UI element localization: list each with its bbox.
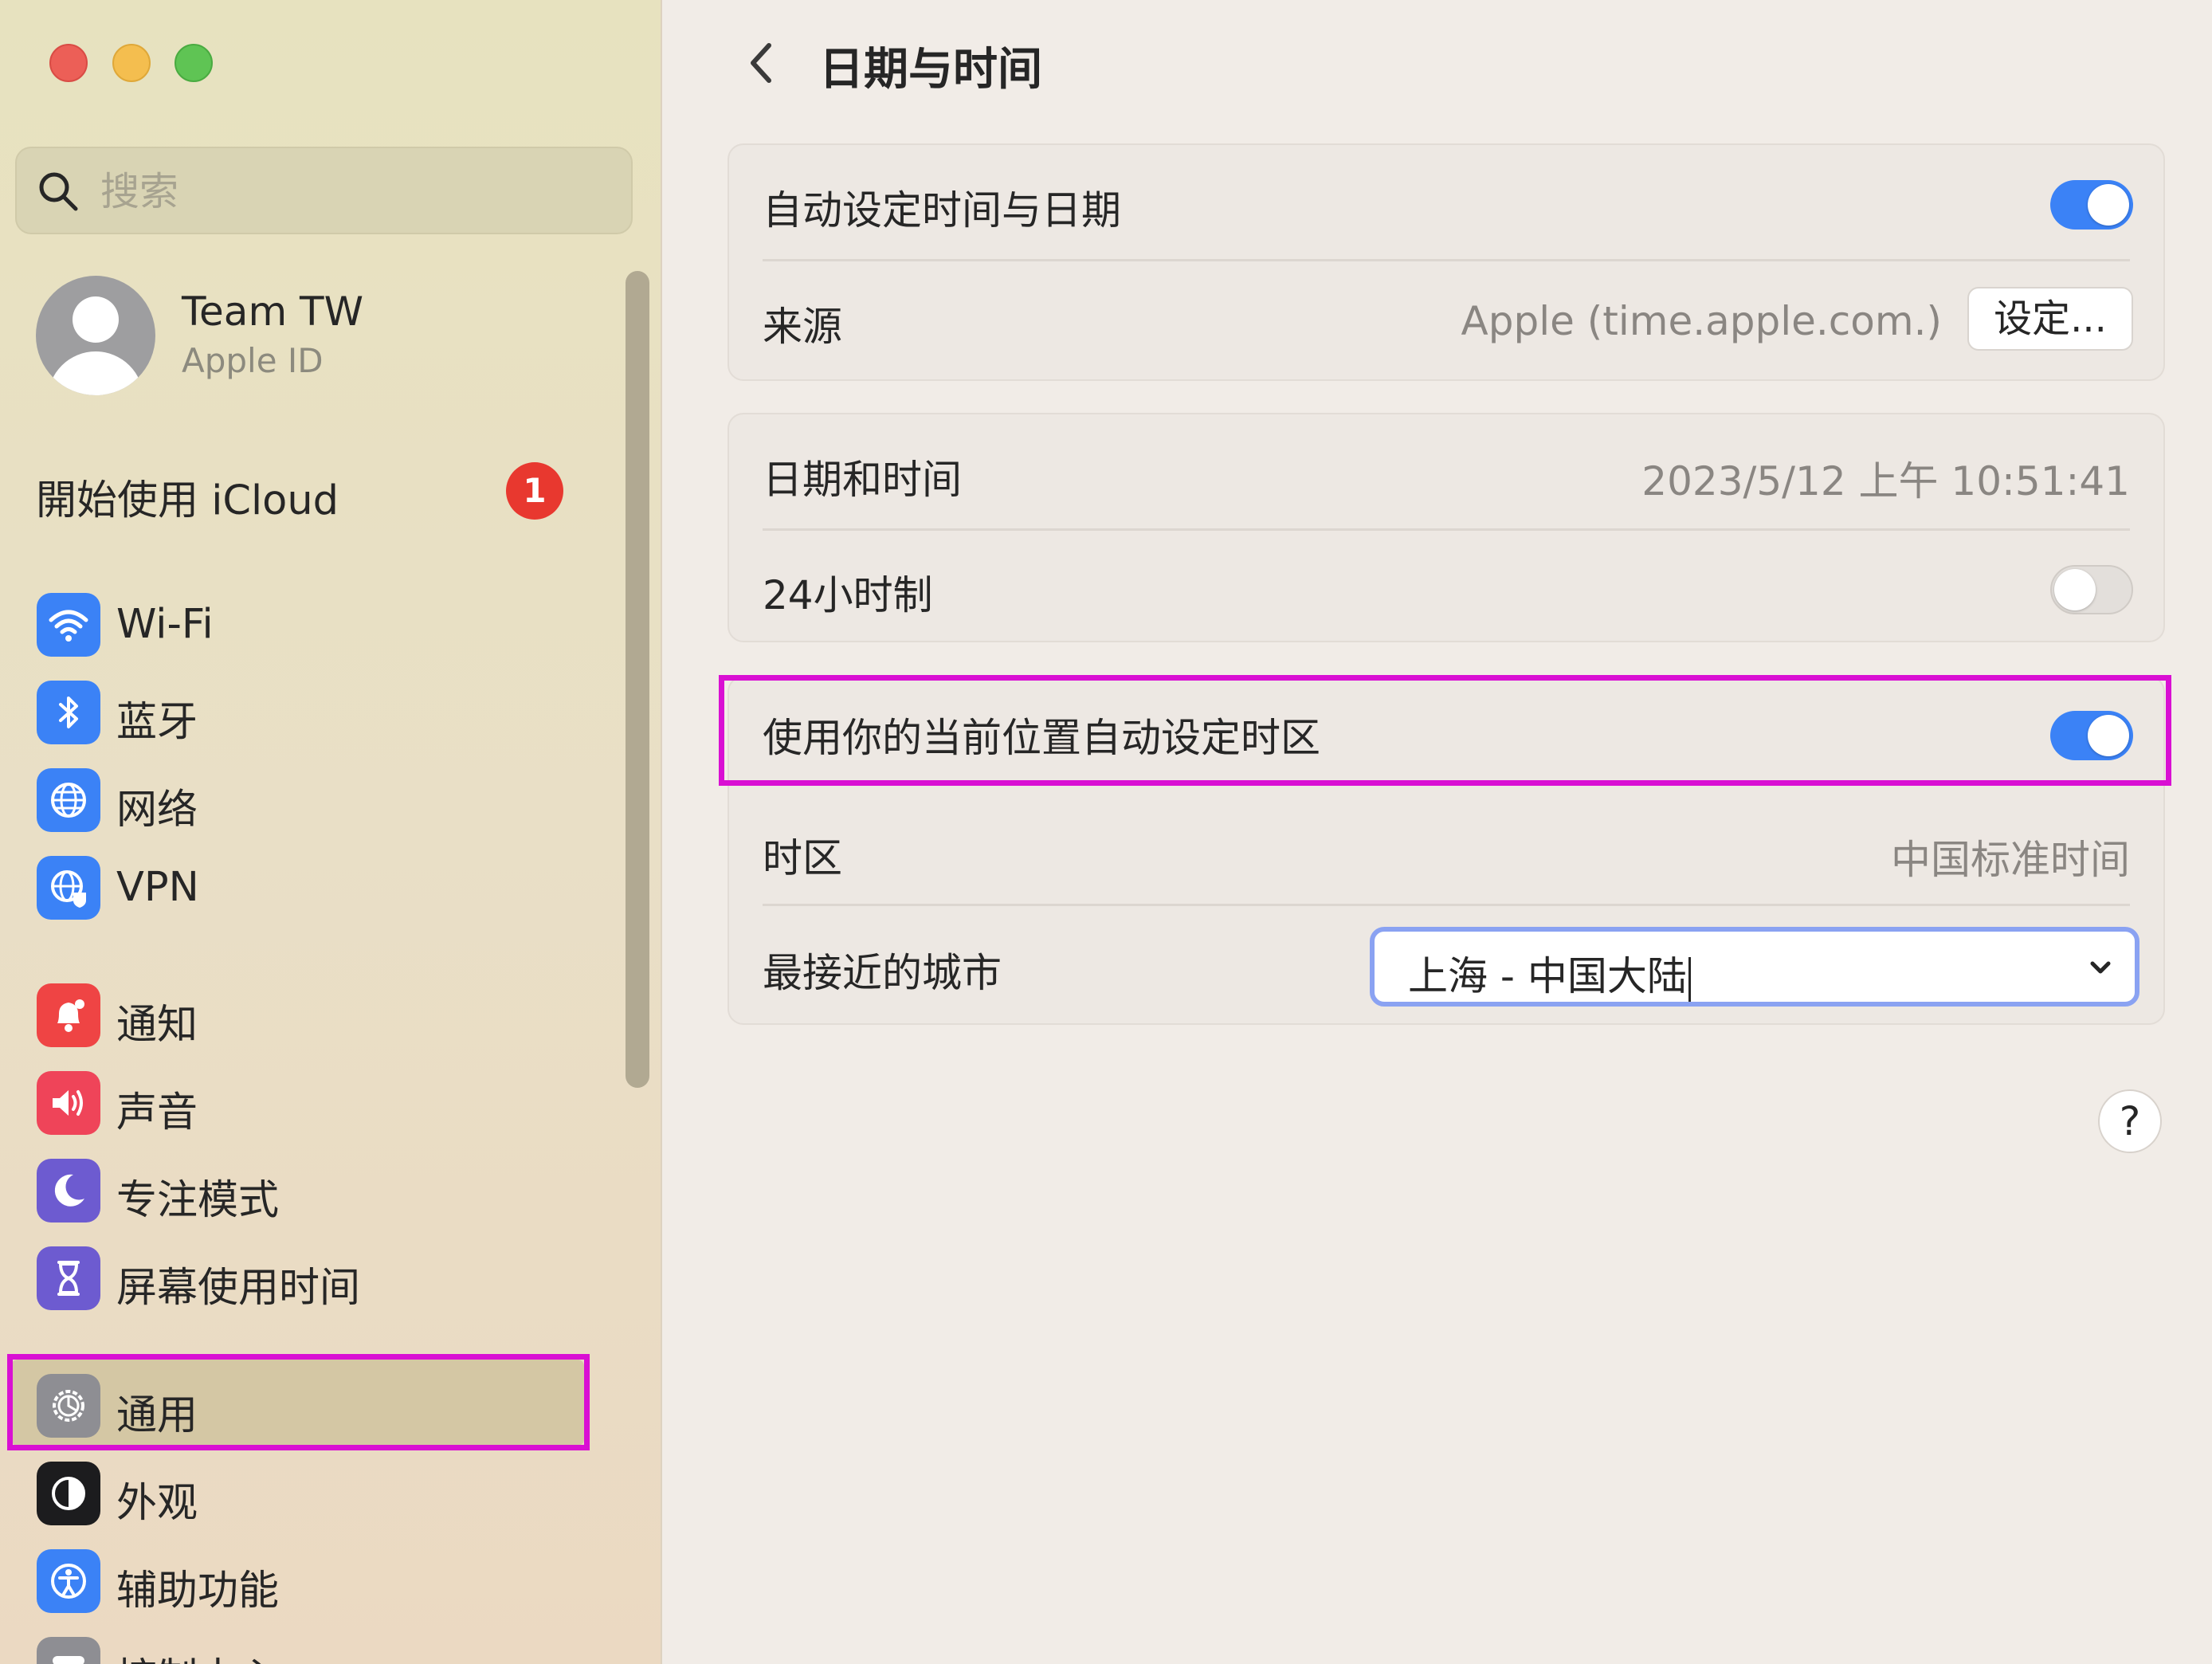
auto-time-label: 自动设定时间与日期 (763, 187, 1121, 234)
row-date-time: 日期和时间 2023/5/12 上午 10:51:41 (729, 414, 2163, 530)
row-auto-time: 自动设定时间与日期 (729, 145, 2163, 261)
highlight-box-general (7, 1354, 590, 1450)
sidebar-item-label: 屏幕使用时间 (116, 1265, 361, 1312)
sidebar-item-label: 控制中心 (116, 1645, 279, 1664)
page-title: 日期与时间 (819, 44, 1042, 96)
text-cursor (1688, 956, 1691, 1002)
search-input[interactable] (100, 163, 610, 220)
sidebar-item-accessibility[interactable]: 辅助功能 (33, 1540, 591, 1616)
sidebar-item-label: 辅助功能 (116, 1568, 280, 1615)
row-source: 来源 Apple (time.apple.com.) 设定... (729, 261, 2163, 377)
nearest-city-label: 最接近的城市 (763, 950, 1002, 996)
moon-icon (37, 1159, 100, 1222)
sidebar-item-label: VPN (116, 864, 199, 911)
chevron-down-icon (2090, 961, 2111, 974)
help-button[interactable]: ? (2098, 1089, 2162, 1153)
sidebar-item-label: 网络 (116, 787, 198, 834)
minimize-window-button[interactable] (112, 44, 151, 82)
sidebar: Team TW Apple ID 開始使用 iCloud 1 Wi-Fi 蓝牙 … (0, 0, 662, 1664)
hour24-toggle[interactable] (2050, 565, 2133, 614)
sidebar-item-label: 专注模式 (116, 1177, 280, 1224)
avatar (36, 276, 155, 395)
search-box[interactable] (15, 147, 633, 234)
search-icon (36, 169, 80, 214)
settings-card-auto-time: 自动设定时间与日期 来源 Apple (time.apple.com.) 设定.… (728, 143, 2165, 381)
apple-id-account[interactable]: Team TW Apple ID (36, 273, 626, 400)
sidebar-item-control-center[interactable]: 控制中心 (33, 1627, 591, 1664)
hour24-label: 24小时制 (763, 572, 933, 618)
source-value: Apple (time.apple.com.) (1461, 298, 1942, 344)
account-name: Team TW (182, 288, 364, 335)
bell-icon (37, 983, 100, 1047)
auto-time-toggle[interactable] (2050, 180, 2133, 230)
nearest-city-dropdown-button[interactable] (2076, 943, 2125, 992)
sidebar-item-bluetooth[interactable]: 蓝牙 (33, 671, 591, 748)
source-label: 来源 (763, 304, 842, 350)
sidebar-item-wifi[interactable]: Wi-Fi (33, 583, 591, 660)
sidebar-item-label: 蓝牙 (116, 699, 198, 746)
sidebar-item-appearance[interactable]: 外观 (33, 1452, 591, 1529)
sidebar-item-label: 通知 (116, 1002, 198, 1049)
timezone-label: 时区 (763, 835, 842, 881)
nearest-city-combobox[interactable]: 上海 - 中国大陆 (1370, 927, 2139, 1007)
hourglass-icon (37, 1246, 100, 1310)
divider (763, 904, 2130, 906)
nearest-city-value: 上海 - 中国大陆 (1408, 953, 1687, 999)
sidebar-scrollbar[interactable] (626, 271, 649, 1088)
sidebar-item-focus[interactable]: 专注模式 (33, 1149, 591, 1226)
sidebar-item-screen-time[interactable]: 屏幕使用时间 (33, 1237, 591, 1313)
sidebar-item-notifications[interactable]: 通知 (33, 974, 591, 1050)
notification-badge: 1 (506, 462, 563, 520)
sidebar-item-label: 外观 (116, 1480, 198, 1527)
date-time-label: 日期和时间 (763, 457, 962, 503)
globe-icon (37, 768, 100, 832)
icloud-label: 開始使用 iCloud (36, 477, 339, 524)
vpn-globe-icon (37, 856, 100, 920)
accessibility-icon (37, 1549, 100, 1613)
icloud-setup-item[interactable]: 開始使用 iCloud 1 (36, 462, 578, 526)
zoom-window-button[interactable] (175, 44, 213, 82)
sidebar-item-label: 声音 (116, 1089, 198, 1136)
set-source-button[interactable]: 设定... (1967, 287, 2133, 351)
bluetooth-icon (37, 681, 100, 744)
row-nearest-city: 最接近的城市 上海 - 中国大陆 (729, 908, 2163, 1023)
row-timezone: 时区 中国标准时间 (729, 793, 2163, 909)
back-button[interactable] (737, 35, 785, 91)
sidebar-item-network[interactable]: 网络 (33, 759, 591, 835)
sidebar-item-sound[interactable]: 声音 (33, 1062, 591, 1138)
highlight-box-auto-timezone (719, 675, 2171, 786)
sidebar-item-label: Wi-Fi (116, 601, 214, 648)
settings-card-date-time: 日期和时间 2023/5/12 上午 10:51:41 24小时制 (728, 413, 2165, 642)
chevron-left-icon (751, 43, 771, 83)
date-time-value: 2023/5/12 上午 10:51:41 (1641, 458, 2130, 504)
main-content: 日期与时间 自动设定时间与日期 来源 Apple (time.apple.com… (664, 0, 2212, 1664)
nearest-city-input[interactable]: 上海 - 中国大陆 (1408, 944, 1691, 1002)
wifi-icon (37, 593, 100, 657)
close-window-button[interactable] (49, 44, 88, 82)
row-24-hour: 24小时制 (729, 530, 2163, 646)
control-center-icon (37, 1637, 100, 1664)
account-subtitle: Apple ID (182, 341, 324, 380)
appearance-icon (37, 1462, 100, 1525)
speaker-icon (37, 1071, 100, 1135)
sidebar-item-vpn[interactable]: VPN (33, 846, 591, 923)
timezone-value: 中国标准时间 (1891, 837, 2130, 883)
